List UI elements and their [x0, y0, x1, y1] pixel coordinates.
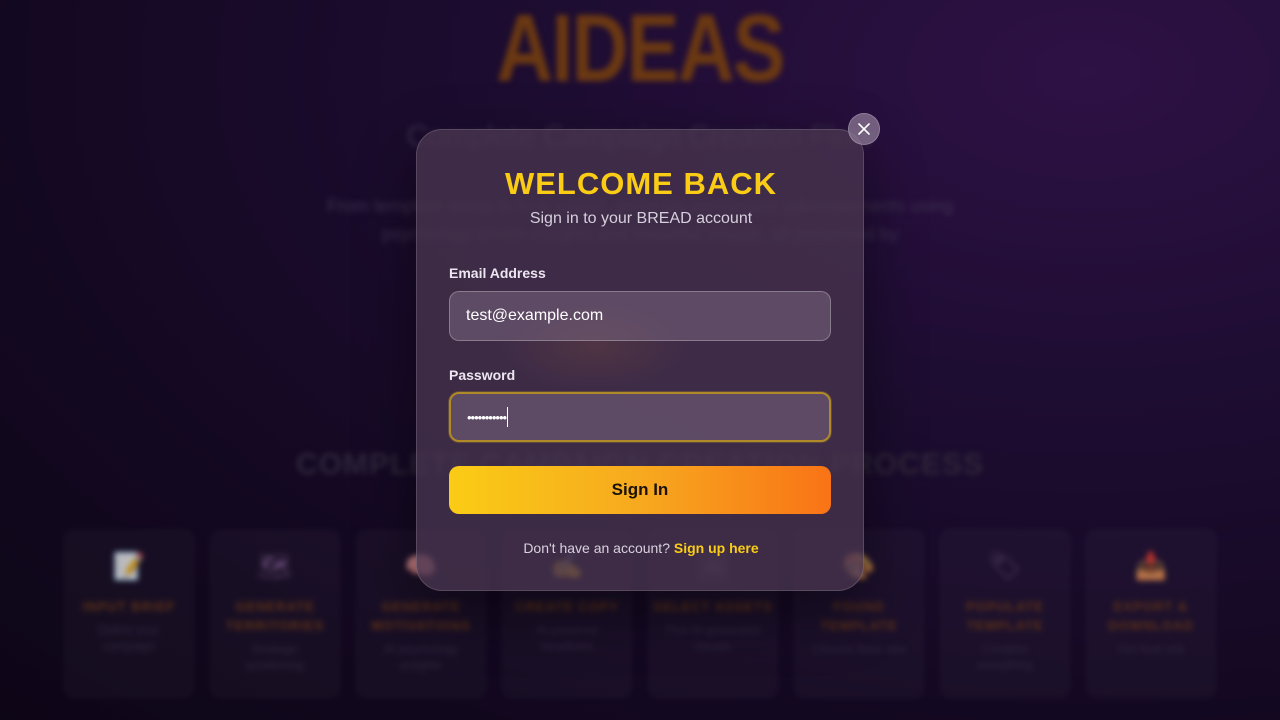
sign-in-button[interactable]: Sign In — [449, 466, 831, 514]
close-button[interactable] — [848, 113, 880, 145]
password-value: ••••••••••• — [467, 409, 507, 425]
close-icon — [858, 123, 870, 135]
sign-up-link[interactable]: Sign up here — [674, 540, 759, 556]
signup-prompt: Don't have an account? Sign up here — [417, 540, 865, 556]
login-modal: WELCOME BACK Sign in to your BREAD accou… — [416, 129, 864, 591]
password-field[interactable]: ••••••••••• — [449, 392, 831, 442]
modal-subtitle: Sign in to your BREAD account — [529, 210, 753, 227]
email-value: test@example.com — [466, 307, 604, 324]
modal-title: WELCOME BACK — [504, 166, 778, 201]
email-field[interactable]: test@example.com — [449, 291, 831, 341]
text-caret — [507, 407, 509, 427]
email-label: Email Address — [449, 265, 546, 281]
signup-prompt-text: Don't have an account? — [523, 540, 670, 556]
password-label: Password — [449, 367, 516, 383]
